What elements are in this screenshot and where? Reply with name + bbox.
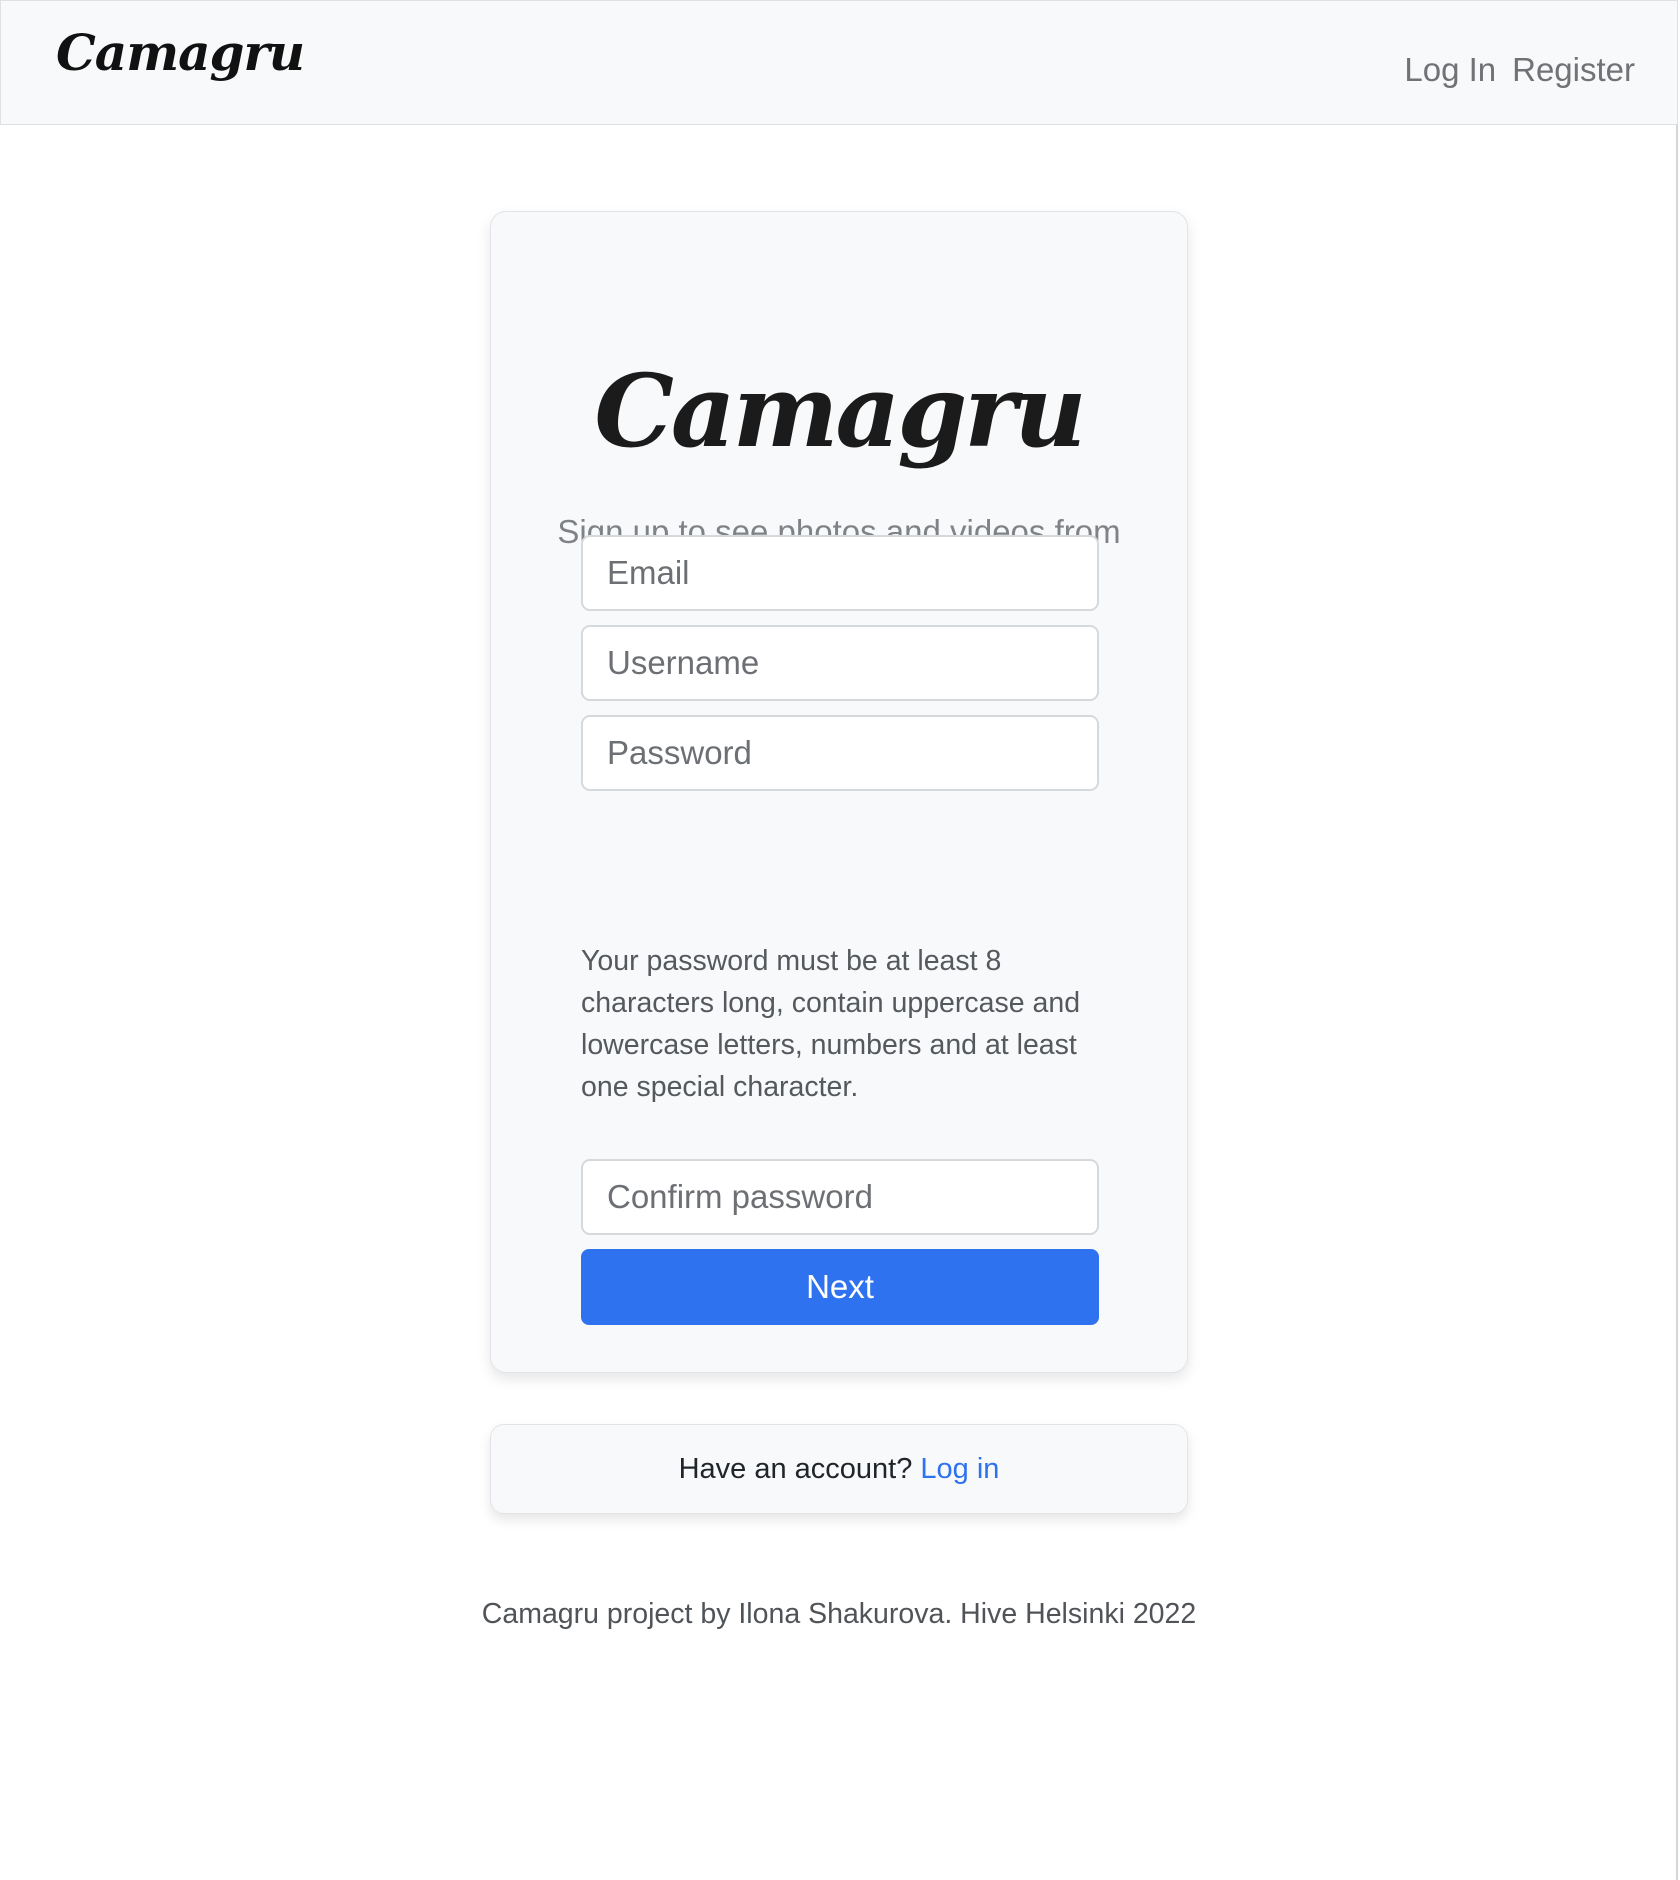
confirm-password-field[interactable] bbox=[581, 1159, 1099, 1235]
next-button[interactable]: Next bbox=[581, 1249, 1099, 1325]
password-hint: Your password must be at least 8 charact… bbox=[581, 945, 1081, 1103]
footer-text: Camagru project by Ilona Shakurova. Hive… bbox=[481, 1598, 1197, 1630]
nav-links: Log In Register bbox=[1404, 51, 1635, 89]
navbar: Camagru Log In Register bbox=[0, 0, 1678, 125]
nav-register-link[interactable]: Register bbox=[1512, 51, 1635, 89]
email-field[interactable] bbox=[581, 535, 1099, 611]
nav-login-link[interactable]: Log In bbox=[1404, 51, 1496, 89]
brand-logo[interactable]: Camagru bbox=[56, 23, 305, 82]
login-prompt-card: Have an account? Log in bbox=[490, 1424, 1188, 1514]
login-prompt-text: Have an account? bbox=[678, 1453, 921, 1485]
username-field[interactable] bbox=[581, 625, 1099, 701]
page: Camagru Log In Register Camagru Sign up … bbox=[0, 0, 1678, 1880]
password-field[interactable] bbox=[581, 715, 1099, 791]
login-link[interactable]: Log in bbox=[920, 1453, 999, 1485]
signup-logo: Camagru bbox=[594, 352, 1086, 470]
signup-card: Camagru Sign up to see photos and videos… bbox=[490, 211, 1188, 1373]
